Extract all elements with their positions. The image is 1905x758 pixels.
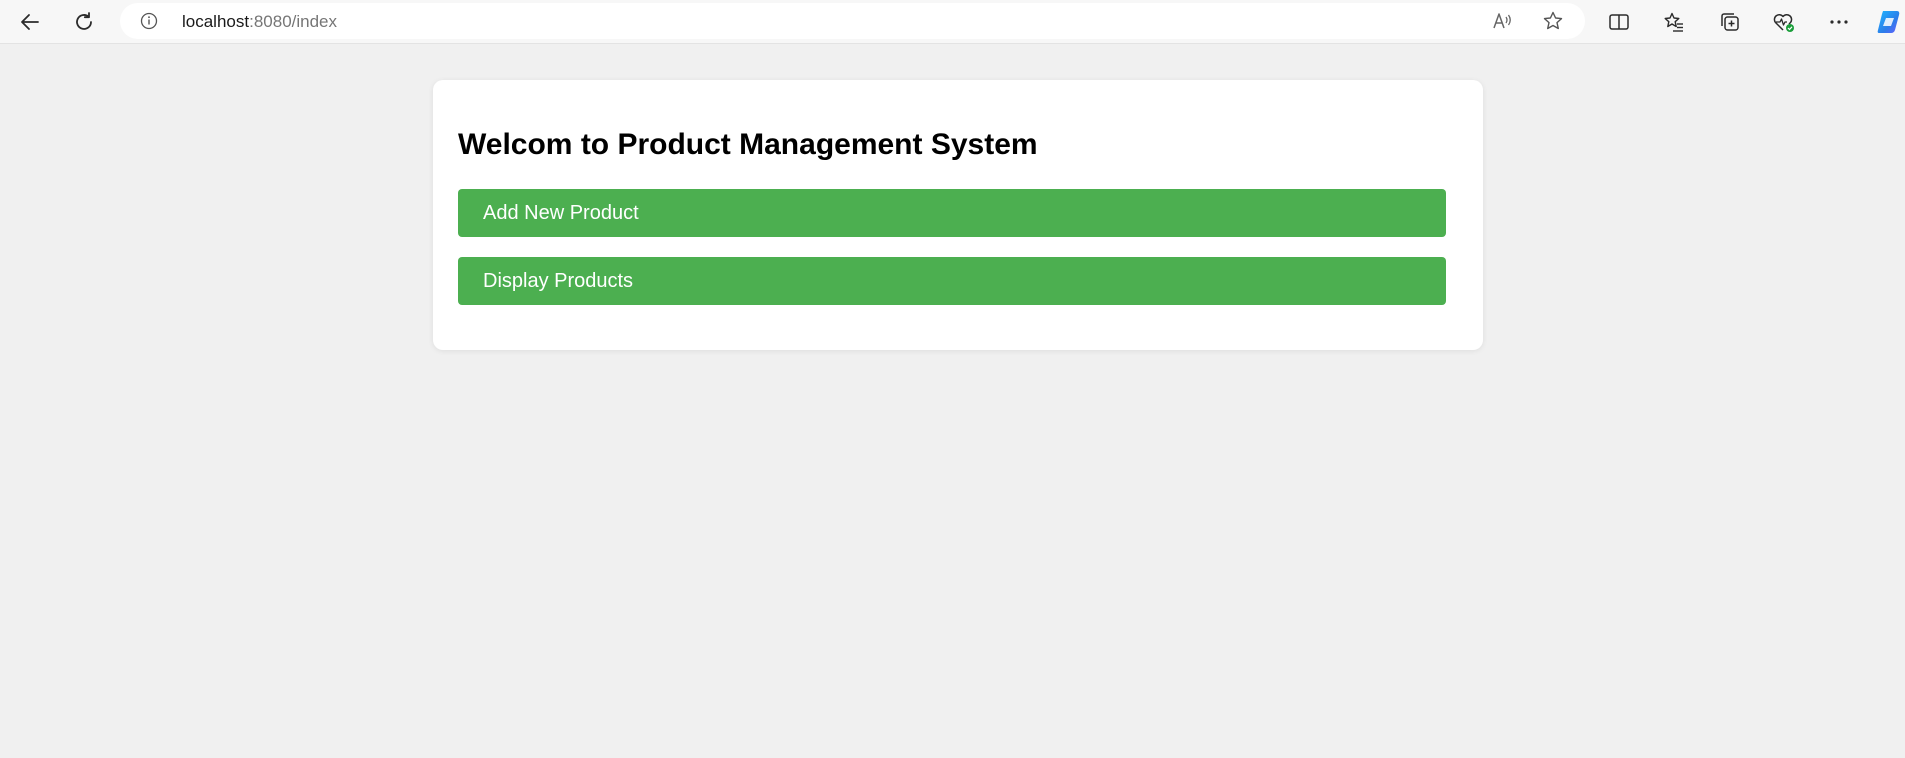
copilot-icon[interactable] — [1873, 6, 1905, 38]
more-icon[interactable] — [1823, 6, 1855, 38]
star-icon[interactable] — [1541, 9, 1565, 33]
address-bar[interactable]: localhost:8080/index — [120, 3, 1585, 39]
read-aloud-icon[interactable] — [1491, 9, 1515, 33]
collections-icon[interactable] — [1714, 6, 1746, 38]
info-icon[interactable] — [140, 12, 158, 30]
url-host: localhost — [182, 12, 250, 31]
main-card: Welcom to Product Management System Add … — [433, 80, 1483, 350]
heart-pulse-icon[interactable] — [1768, 6, 1800, 38]
display-products-button[interactable]: Display Products — [458, 257, 1446, 305]
favorites-icon[interactable] — [1658, 6, 1690, 38]
split-screen-icon[interactable] — [1603, 6, 1635, 38]
refresh-icon[interactable] — [68, 6, 100, 38]
browser-toolbar: localhost:8080/index — [0, 0, 1905, 44]
add-new-product-button[interactable]: Add New Product — [458, 189, 1446, 237]
url-text[interactable]: localhost:8080/index — [182, 13, 337, 31]
url-path: :8080/index — [249, 12, 338, 31]
back-arrow-icon[interactable] — [14, 6, 46, 38]
page-title: Welcom to Product Management System — [458, 128, 1038, 161]
